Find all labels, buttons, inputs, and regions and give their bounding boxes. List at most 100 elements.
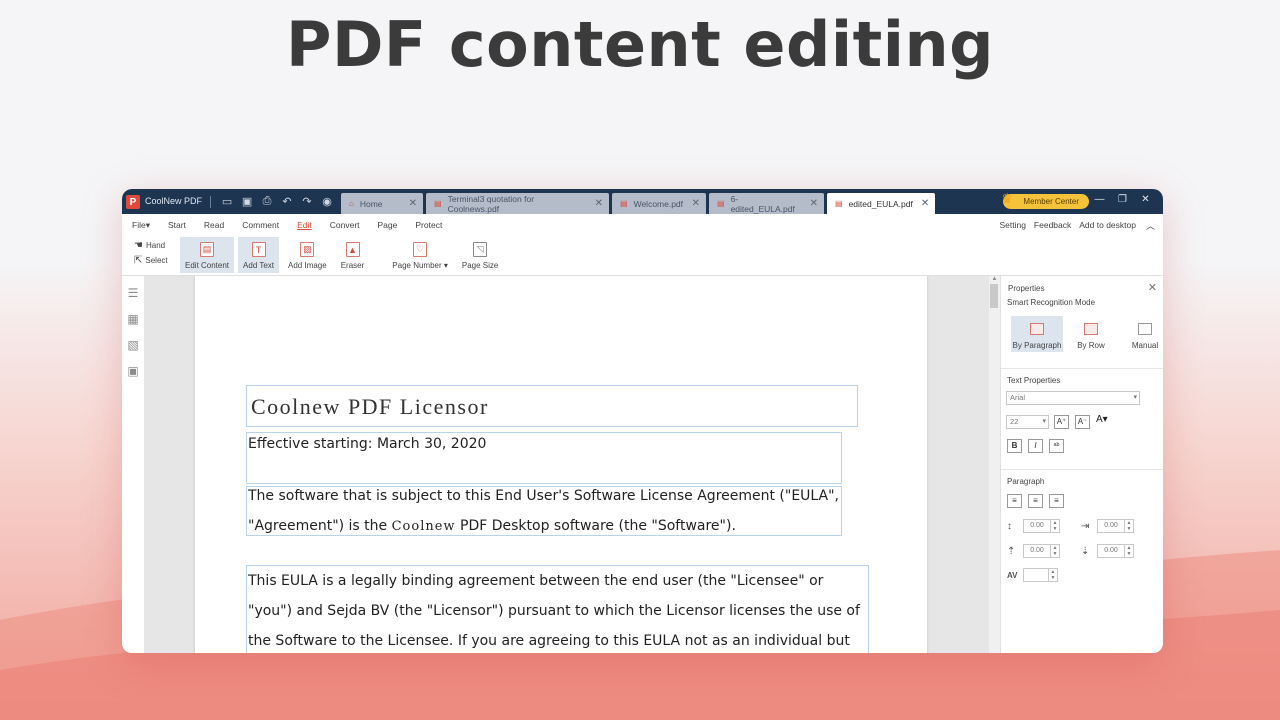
title-bar: P CoolNew PDF ▭ ▣ ⎙ ↶ ↷ ◉ ⌂ Home ✕ ▤ Ter… [122,189,1163,214]
print-icon[interactable]: ⎙ [257,195,277,208]
menu-protect[interactable]: Protect [406,220,451,230]
font-size-value: 22 [1010,417,1019,426]
paragraph-2-line-1: This EULA is a legally binding agreement… [248,573,824,589]
mode-by-paragraph[interactable]: By Paragraph [1011,316,1063,352]
hand-tool[interactable]: ☚ Hand [134,238,180,253]
line-spacing-spinner[interactable]: ↕ 0.00 ▲ ▼ [1007,519,1060,533]
menu-comment[interactable]: Comment [233,220,288,230]
eraser-button[interactable]: ▲ Eraser [336,237,370,273]
recognition-modes: By Paragraph By Row Manual [1011,316,1163,352]
mode-manual[interactable]: Manual [1119,316,1163,352]
menu-file[interactable]: File▾ [122,220,159,231]
text-box-title[interactable]: Coolnew PDF Licensor [246,385,858,427]
paragraph-2-line-3: the Software to the Licensee. If you are… [248,633,850,649]
tab-6-edited-eula[interactable]: ▤ 6-edited_EULA.pdf ✕ [709,193,825,214]
indent-spinner[interactable]: ⇥ 0.00 ▲ ▼ [1081,519,1134,533]
menu-convert[interactable]: Convert [321,220,369,230]
font-size-select[interactable]: 22 ▾ [1006,415,1049,429]
annotations-icon[interactable]: ▧ [122,338,144,364]
scroll-up-icon[interactable]: ▲ [989,276,1000,282]
bold-icon[interactable]: B [1007,439,1022,453]
redo-icon[interactable]: ↷ [297,195,317,208]
space-after-spinner[interactable]: ⇣ 0.00 ▲ ▼ [1081,544,1134,558]
menu-start[interactable]: Start [159,220,195,230]
tab-home[interactable]: ⌂ Home ✕ [341,193,424,214]
align-left-icon[interactable]: ≡ [1007,494,1022,508]
save-icon[interactable]: ▣ [237,195,257,208]
minimize-icon[interactable]: — [1088,194,1111,205]
add-image-icon: ▨ [300,242,315,257]
close-icon[interactable]: ✕ [587,198,603,209]
edit-content-icon: ▤ [200,242,215,257]
collapse-ribbon-icon[interactable]: ︿ [1140,219,1163,232]
paragraph-1-text-a: "Agreement") is the [248,518,392,534]
select-tool[interactable]: ⇱ Select [134,253,180,268]
space-after-icon: ⇣ [1081,545,1090,557]
page-number-button[interactable]: ♡ Page Number ▾ [387,237,453,273]
add-text-button[interactable]: T Add Text [238,237,280,273]
spinner-arrows-icon[interactable]: ▲ ▼ [1051,519,1060,533]
space-before-spinner[interactable]: ⇡ 0.00 ▲ ▼ [1007,544,1060,558]
close-icon[interactable]: ✕ [684,198,700,209]
spinner-arrows-icon[interactable]: ▲ ▼ [1125,519,1134,533]
restore-icon[interactable]: ❐ [1111,194,1134,205]
undo-icon[interactable]: ↶ [277,195,297,208]
setting-link[interactable]: Setting [995,220,1029,230]
hand-icon: ☚ [134,240,143,251]
thumbnails-icon[interactable]: ▦ [122,312,144,338]
close-icon[interactable]: ✕ [913,198,929,209]
add-image-button[interactable]: ▨ Add Image [283,237,332,273]
close-icon[interactable]: ✕ [802,198,818,209]
by-row-label: By Row [1077,341,1105,350]
space-after-value[interactable]: 0.00 [1097,544,1125,558]
attachments-icon[interactable]: ▣ [122,364,144,390]
close-window-icon[interactable]: ✕ [1134,194,1157,205]
by-row-icon [1084,323,1098,335]
tab-terminal3-quotation[interactable]: ▤ Terminal3 quotation for Coolnews.pdf ✕ [426,193,610,214]
close-icon[interactable]: ✕ [401,198,417,209]
font-family-select[interactable]: Arial ▾ [1006,391,1140,405]
align-right-icon[interactable]: ≡ [1049,494,1064,508]
menu-page[interactable]: Page [369,220,407,230]
pin-icon[interactable]: ◉ [317,195,337,208]
text-box-paragraph-2[interactable]: This EULA is a legally binding agreement… [246,565,869,653]
document-canvas[interactable]: Coolnew PDF Licensor Effective starting:… [144,276,989,653]
panel-divider [1001,368,1163,369]
menu-edit[interactable]: Edit [288,220,321,230]
close-icon[interactable]: ✕ [1148,281,1157,294]
scrollbar-thumb[interactable] [990,284,998,308]
tab-label: edited_EULA.pdf [848,198,913,209]
text-box-paragraph-1[interactable]: The software that is subject to this End… [246,486,842,536]
page-size-button[interactable]: ◹ Page Size [457,237,503,273]
line-spacing-value[interactable]: 0.00 [1023,519,1051,533]
spinner-arrows-icon[interactable]: ▲ ▼ [1049,568,1058,582]
outline-icon[interactable]: ☰ [122,286,144,312]
tab-welcome[interactable]: ▤ Welcome.pdf ✕ [612,193,707,214]
char-spacing-value[interactable] [1023,568,1049,582]
add-to-desktop-link[interactable]: Add to desktop [1075,220,1140,230]
feedback-link[interactable]: Feedback [1030,220,1075,230]
mode-by-row[interactable]: By Row [1065,316,1117,352]
space-before-value[interactable]: 0.00 [1023,544,1051,558]
document-tabs: ⌂ Home ✕ ▤ Terminal3 quotation for Cooln… [341,192,938,214]
menu-read[interactable]: Read [195,220,233,230]
increase-font-icon[interactable]: A⁺ [1054,415,1069,429]
tab-edited-eula[interactable]: ▤ edited_EULA.pdf ✕ [827,193,936,214]
member-center-button[interactable]: ♛ Member Center [1001,191,1089,209]
tab-label: 6-edited_EULA.pdf [730,193,795,214]
folder-open-icon[interactable]: ▭ [217,195,237,208]
pdf-file-icon: ▤ [434,199,442,208]
char-spacing-spinner[interactable]: AV ▲ ▼ [1007,568,1058,582]
edit-content-button[interactable]: ▤ Edit Content [180,237,235,273]
decrease-font-icon[interactable]: A⁻ [1075,415,1090,429]
font-color-icon[interactable]: A▾ [1096,414,1108,425]
vertical-scrollbar[interactable]: ▲ [989,276,1000,653]
indent-value[interactable]: 0.00 [1097,519,1125,533]
chevron-down-icon: ▾ [1133,394,1137,401]
align-center-icon[interactable]: ≡ [1028,494,1043,508]
spinner-arrows-icon[interactable]: ▲ ▼ [1125,544,1134,558]
underline-icon[interactable]: ᵃᵇ [1049,439,1064,453]
spinner-arrows-icon[interactable]: ▲ ▼ [1051,544,1060,558]
italic-icon[interactable]: I [1028,439,1043,453]
text-box-effective-date[interactable]: Effective starting: March 30, 2020 [246,432,842,484]
